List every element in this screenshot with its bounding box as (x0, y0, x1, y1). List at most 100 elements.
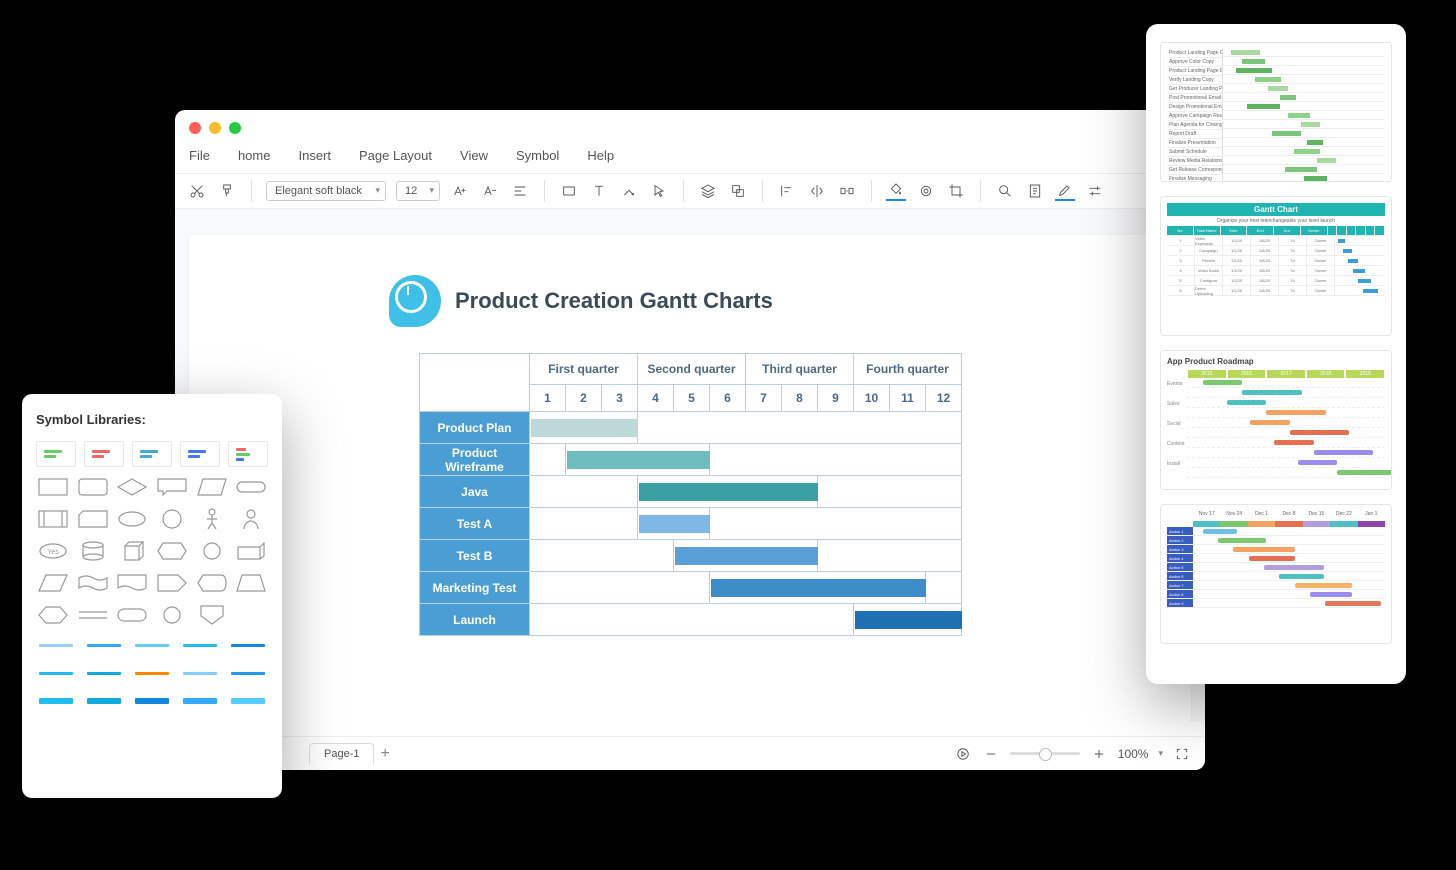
stadium-shape[interactable] (115, 603, 149, 627)
symbol-category[interactable] (36, 441, 76, 467)
circle-shape[interactable] (155, 507, 189, 531)
rectangle-shape-icon[interactable] (559, 181, 579, 201)
cut-icon[interactable] (187, 181, 207, 201)
symbol-category[interactable] (84, 441, 124, 467)
person-shape[interactable] (195, 507, 229, 531)
template-thumbnail[interactable]: Nov 17Nov 24Dec 1Dec 8Dec 15Dec 22Jan 1A… (1160, 504, 1392, 644)
canvas-area[interactable]: Product Creation Gantt Charts First quar… (175, 209, 1205, 721)
connector-style[interactable] (228, 635, 268, 655)
shield-shape[interactable] (195, 603, 229, 627)
text-tool-icon[interactable] (589, 181, 609, 201)
double-rect-shape[interactable] (36, 507, 70, 531)
distribute-icon[interactable] (837, 181, 857, 201)
display-shape[interactable] (195, 571, 229, 595)
month-header: 4 (638, 385, 674, 412)
wave-shape[interactable] (76, 571, 110, 595)
decrease-font-icon[interactable] (480, 181, 500, 201)
connector-style[interactable] (180, 635, 220, 655)
connector-style[interactable] (36, 691, 76, 711)
flip-horizontal-icon[interactable] (807, 181, 827, 201)
connector-style[interactable] (228, 663, 268, 683)
pill-shape[interactable] (234, 475, 268, 499)
menu-insert[interactable]: Insert (298, 148, 331, 163)
zoom-slider[interactable] (1010, 752, 1080, 755)
connector-style[interactable] (180, 691, 220, 711)
yes-pill-shape[interactable]: Yes (36, 539, 70, 563)
templates-panel: Product Landing Page CopyApprove Color C… (1146, 24, 1406, 684)
callout-shape[interactable] (155, 475, 189, 499)
connector-style[interactable] (132, 635, 172, 655)
minimize-window-button[interactable] (209, 122, 221, 134)
add-page-button[interactable]: + (380, 745, 389, 763)
fullscreen-icon[interactable] (1173, 745, 1191, 763)
menu-file[interactable]: File (189, 148, 210, 163)
presentation-icon[interactable] (954, 745, 972, 763)
maximize-window-button[interactable] (229, 122, 241, 134)
zoom-in-button[interactable] (1090, 745, 1108, 763)
document-title: Product Creation Gantt Charts (455, 288, 773, 314)
template-thumbnail[interactable]: App Product Roadmap 20152016201720182019… (1160, 350, 1392, 490)
lines-shape[interactable] (76, 603, 110, 627)
settings-icon[interactable] (1085, 181, 1105, 201)
menu-view[interactable]: View (460, 148, 488, 163)
pen-color-icon[interactable] (1055, 181, 1075, 201)
connector-style[interactable] (36, 635, 76, 655)
cube-shape[interactable] (115, 539, 149, 563)
align-left-icon[interactable] (777, 181, 797, 201)
format-painter-icon[interactable] (217, 181, 237, 201)
card-shape[interactable] (76, 507, 110, 531)
connector-style[interactable] (84, 635, 124, 655)
trapezoid-shape[interactable] (36, 571, 70, 595)
connector-style[interactable] (132, 691, 172, 711)
connector-icon[interactable] (619, 181, 639, 201)
page-setup-icon[interactable] (1025, 181, 1045, 201)
menu-help[interactable]: Help (587, 148, 614, 163)
pointer-icon[interactable] (649, 181, 669, 201)
connector-style[interactable] (84, 663, 124, 683)
search-icon[interactable] (995, 181, 1015, 201)
layers-icon[interactable] (698, 181, 718, 201)
connector-style[interactable] (84, 691, 124, 711)
page-tab[interactable]: Page-1 (309, 743, 374, 764)
circle3-shape[interactable] (155, 603, 189, 627)
symbol-category[interactable] (228, 441, 268, 467)
zoom-out-button[interactable] (982, 745, 1000, 763)
template-thumbnail[interactable]: Gantt Chart Organize your next interchan… (1160, 196, 1392, 336)
document-shape[interactable] (115, 571, 149, 595)
menu-page-layout[interactable]: Page Layout (359, 148, 432, 163)
group-icon[interactable] (728, 181, 748, 201)
ellipse-shape[interactable] (115, 507, 149, 531)
rectangle-shape[interactable] (36, 475, 70, 499)
font-family-select[interactable]: Elegant soft black (266, 181, 386, 201)
connector-style[interactable] (228, 691, 268, 711)
fill-color-icon[interactable] (886, 181, 906, 201)
crop-icon[interactable] (946, 181, 966, 201)
hexagon-shape[interactable] (36, 603, 70, 627)
connector-style[interactable] (132, 663, 172, 683)
close-window-button[interactable] (189, 122, 201, 134)
quarter-header: Third quarter (746, 354, 854, 385)
rounded-rect-shape[interactable] (76, 475, 110, 499)
prism-shape[interactable] (234, 539, 268, 563)
parallelogram-shape[interactable] (195, 475, 229, 499)
step-shape[interactable] (155, 571, 189, 595)
symbol-category[interactable] (132, 441, 172, 467)
hexagon-flat-shape[interactable] (155, 539, 189, 563)
month-header: 9 (818, 385, 854, 412)
cylinder-shape[interactable] (76, 539, 110, 563)
circle2-shape[interactable] (195, 539, 229, 563)
menu-symbol[interactable]: Symbol (516, 148, 559, 163)
font-size-select[interactable]: 12 (396, 181, 440, 201)
symbol-category[interactable] (180, 441, 220, 467)
menu-home[interactable]: home (238, 148, 271, 163)
template-thumbnail[interactable]: Product Landing Page CopyApprove Color C… (1160, 42, 1392, 182)
trapezoid2-shape[interactable] (234, 571, 268, 595)
align-icon[interactable] (510, 181, 530, 201)
task-label: Launch (420, 604, 530, 636)
user-shape[interactable] (234, 507, 268, 531)
diamond-shape[interactable] (115, 475, 149, 499)
increase-font-icon[interactable] (450, 181, 470, 201)
shape-style-icon[interactable] (916, 181, 936, 201)
connector-style[interactable] (36, 663, 76, 683)
connector-style[interactable] (180, 663, 220, 683)
